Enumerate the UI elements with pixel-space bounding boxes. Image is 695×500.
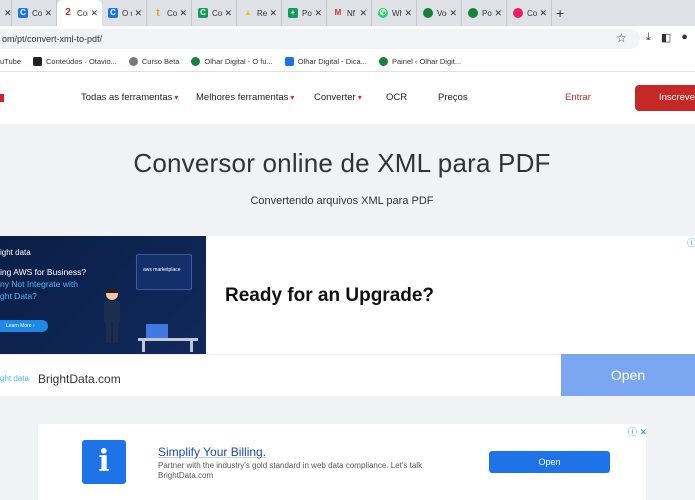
tab-partial[interactable]: ✕ <box>0 0 12 26</box>
bookmarks-bar: uTube Conteúdos · Otavio... Curso Beta O… <box>0 52 695 72</box>
favicon-icon <box>423 8 433 18</box>
bookmark-curso-beta[interactable]: Curso Beta <box>128 57 179 66</box>
favicon-icon: + <box>288 8 298 18</box>
laptop-desk-illustration <box>138 324 198 352</box>
address-bar: om/pt/convert-xml-to-pdf/ <box>0 26 695 52</box>
download-icon[interactable]: ⤓ <box>646 31 651 44</box>
info-icon: i <box>82 440 126 484</box>
favicon-icon: t <box>156 7 160 19</box>
close-icon[interactable]: ✕ <box>359 8 367 19</box>
toolbar-icons: ⤓ ◧ ● <box>646 31 688 44</box>
tab-8[interactable]: M Nf ✕ <box>327 0 372 26</box>
tab-5[interactable]: CCon✕ <box>192 0 237 26</box>
favicon-icon: 2 <box>63 8 73 18</box>
favicon-icon: C <box>198 8 208 18</box>
close-icon[interactable]: ✕ <box>4 8 11 19</box>
close-icon[interactable]: ✕ <box>494 8 502 19</box>
chevron-down-icon: ▾ <box>174 93 179 102</box>
ad-headline: ing AWS for Business? ny Not Integrate w… <box>0 267 87 301</box>
favicon-icon <box>513 8 523 18</box>
new-tab-icon[interactable]: + <box>552 5 568 21</box>
close-icon[interactable]: ✕ <box>404 8 412 19</box>
signup-button[interactable]: Inscreve <box>635 85 695 111</box>
bookmark-icon <box>191 57 201 66</box>
nav-pricing[interactable]: Preços <box>438 72 468 124</box>
bookmark-conteudos[interactable]: Conteúdos · Otavio... <box>33 57 117 66</box>
tab-9[interactable]: ✆Wh✕ <box>372 0 417 26</box>
learn-more-button[interactable]: Learn More › <box>0 320 48 332</box>
favicon-icon: C <box>18 8 28 18</box>
favicon-icon <box>468 8 478 18</box>
bookmark-icon <box>378 57 388 66</box>
person-illustration <box>104 287 120 343</box>
sidebar-icon[interactable]: ◧ <box>661 31 671 44</box>
nav-ocr[interactable]: OCR <box>386 72 407 124</box>
ad-brand: ight data <box>0 248 31 257</box>
page-title: Conversor online de XML para PDF <box>133 148 551 178</box>
ad2-open-button[interactable]: Open <box>489 451 610 473</box>
ad-title[interactable]: Ready for an Upgrade? <box>225 285 434 307</box>
tab-1[interactable]: CCon✕ <box>12 0 57 26</box>
chevron-down-icon: ▾ <box>357 93 362 102</box>
brightdata-logo: ght data <box>0 374 29 383</box>
tab-11[interactable]: Pos✕ <box>462 0 507 26</box>
ad-info-icon[interactable]: ⓘ <box>687 236 695 249</box>
site-header: Todas as ferramentas ▾ Melhores ferrament… <box>0 72 695 124</box>
nav-all-tools[interactable]: Todas as ferramentas ▾ <box>81 72 178 124</box>
star-icon[interactable]: ☆ <box>616 31 627 45</box>
ad2-title[interactable]: Simplify Your Billing. <box>158 445 266 459</box>
tab-4[interactable]: tCon✕ <box>147 0 192 26</box>
ad2-description: Partner with the industry's gold standar… <box>158 461 423 480</box>
bookmark-youtube[interactable]: uTube <box>0 57 21 66</box>
tab-6[interactable]: ▲Rec✕ <box>237 0 282 26</box>
favicon-icon: C <box>108 8 118 18</box>
drive-icon: ▲ <box>244 8 252 17</box>
logo-fragment <box>0 94 4 102</box>
close-icon[interactable]: ✕ <box>44 8 52 19</box>
chevron-down-icon: ▾ <box>290 93 295 102</box>
url-field[interactable]: om/pt/convert-xml-to-pdf/ <box>0 29 640 49</box>
tab-3[interactable]: CO q✕ <box>102 0 147 26</box>
bookmark-icon <box>33 57 42 66</box>
tab-12[interactable]: Con✕ <box>507 0 552 26</box>
tab-2-active[interactable]: 2Con✕ <box>57 0 102 26</box>
close-icon[interactable]: ✕ <box>314 8 322 19</box>
whatsapp-icon: ✆ <box>378 8 388 18</box>
nav-converter[interactable]: Converter ▾ <box>314 72 362 124</box>
close-icon[interactable]: ✕ <box>449 8 457 19</box>
nav-best-tools[interactable]: Melhores ferramentas ▾ <box>196 72 294 124</box>
profile-icon[interactable]: ● <box>681 31 688 44</box>
tab-7[interactable]: +Pos✕ <box>282 0 327 26</box>
ad-image[interactable]: ight data ing AWS for Business? ny Not I… <box>0 236 206 354</box>
bookmark-icon <box>284 57 294 66</box>
login-link[interactable]: Entrar <box>565 72 591 124</box>
aws-screen-graphic: aws marketplace <box>136 254 192 290</box>
close-icon[interactable]: ✕ <box>539 8 547 19</box>
close-icon[interactable]: ✕ <box>269 8 277 19</box>
globe-icon <box>128 57 138 66</box>
close-icon[interactable]: ✕ <box>134 8 142 19</box>
tab-10[interactable]: Voc✕ <box>417 0 462 26</box>
close-icon[interactable]: ✕ <box>90 8 98 19</box>
bookmark-painel[interactable]: Painel ‹ Olhar Digit... <box>378 57 461 66</box>
ad-url[interactable]: BrightData.com <box>38 372 121 386</box>
gmail-icon: M <box>334 8 342 17</box>
bookmark-olhar-digital-dica[interactable]: Olhar Digital - Dica... <box>284 57 367 66</box>
bookmark-olhar-digital[interactable]: Olhar Digital - O fu... <box>191 57 273 66</box>
close-icon[interactable]: ✕ <box>179 8 187 19</box>
page-subtitle: Convertendo arquivos XML para PDF <box>250 195 434 207</box>
ad-open-button[interactable]: Open <box>561 354 695 396</box>
close-icon[interactable]: ✕ <box>224 8 232 19</box>
ad-close-icon[interactable]: ⓘ ✕ <box>628 425 647 438</box>
tab-bar: ✕ CCon✕ 2Con✕ CO q✕ tCon✕ CCon✕ ▲Rec✕ +P… <box>0 0 695 26</box>
